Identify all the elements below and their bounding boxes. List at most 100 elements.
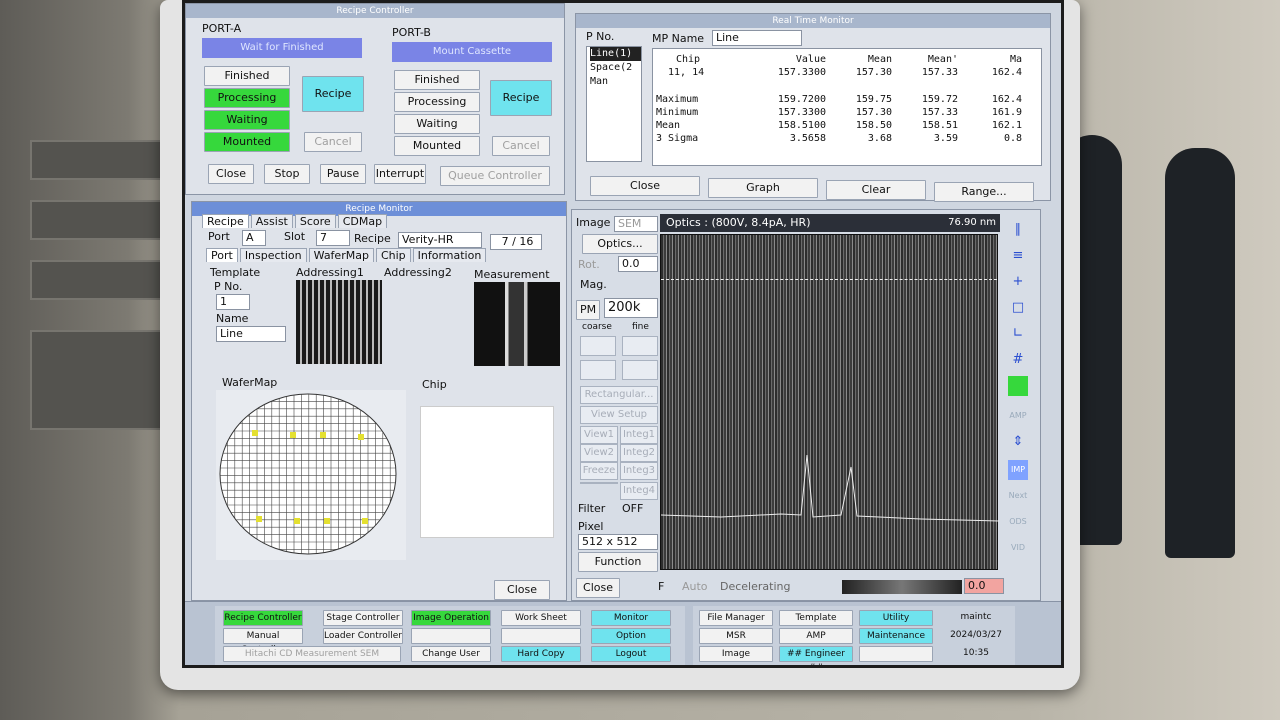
taskbar-button[interactable] <box>859 646 933 662</box>
integ1-button[interactable]: Integ1 <box>620 426 658 444</box>
list-item[interactable]: Space(2 <box>590 61 641 75</box>
mp-name-field[interactable]: Line <box>712 30 802 46</box>
pixel-field[interactable]: 512 x 512 <box>578 534 658 550</box>
close-button[interactable]: Close <box>494 580 550 600</box>
recipe-field[interactable]: Verity-HR <box>398 232 482 248</box>
port-b-mounted-button[interactable]: Mounted <box>394 136 480 156</box>
next-button[interactable]: Next <box>1008 486 1028 506</box>
mp-list[interactable]: Line(1) Space(2 Man <box>586 46 642 162</box>
box-tool-icon[interactable]: □ <box>1008 298 1028 318</box>
interrupt-button[interactable]: Interrupt <box>374 164 426 184</box>
taskbar-button[interactable]: Utility <box>859 610 933 626</box>
mag-down-coarse-button[interactable] <box>580 360 616 380</box>
taskbar-button[interactable]: Maintenance <box>859 628 933 644</box>
queue-controller-button[interactable]: Queue Controller <box>440 166 550 186</box>
tab-port[interactable]: Port <box>206 248 238 262</box>
taskbar-button[interactable]: Template <box>779 610 853 626</box>
integ3-button[interactable]: Integ3 <box>620 462 658 480</box>
bar-tool-icon[interactable]: ∥ <box>1008 220 1028 240</box>
mag-field[interactable]: 200k <box>604 298 658 318</box>
f-label[interactable]: F <box>658 580 664 593</box>
port-a-cancel-button[interactable]: Cancel <box>304 132 362 152</box>
stop-button[interactable]: Stop <box>264 164 310 184</box>
taskbar-button[interactable]: Manual Controller <box>223 628 303 655</box>
sem-select[interactable]: SEM <box>614 216 658 232</box>
taskbar-button[interactable]: Change User <box>411 646 491 662</box>
imp-button[interactable]: IMP <box>1008 460 1028 480</box>
cross-tool-icon[interactable]: + <box>1008 272 1028 292</box>
port-a-processing-button[interactable]: Processing <box>204 88 290 108</box>
graph-button[interactable]: Graph <box>708 178 818 198</box>
freeze-button[interactable]: Freeze <box>580 462 618 480</box>
port-b-cancel-button[interactable]: Cancel <box>492 136 550 156</box>
taskbar-button[interactable]: AMP <box>779 628 853 644</box>
arrows-tool-icon[interactable]: ⇕ <box>1008 432 1028 452</box>
mag-down-fine-button[interactable] <box>622 360 658 380</box>
taskbar-button[interactable]: Image <box>699 646 773 662</box>
taskbar-button[interactable]: File Manager <box>699 610 773 626</box>
sem-image[interactable] <box>660 234 999 570</box>
list-item[interactable]: Line(1) <box>590 47 641 61</box>
amp-button[interactable]: AMP <box>1008 406 1028 426</box>
taskbar-button[interactable]: Hard Copy <box>501 646 581 662</box>
live-button[interactable] <box>580 482 618 484</box>
range-button[interactable]: Range... <box>934 182 1034 202</box>
port-a-waiting-button[interactable]: Waiting <box>204 110 290 130</box>
optics-button[interactable]: Optics... <box>582 234 658 254</box>
vid-button[interactable]: VID <box>1008 538 1028 558</box>
view2-button[interactable]: View2 <box>580 444 618 462</box>
brightness-slider[interactable] <box>842 580 962 594</box>
close-button[interactable]: Close <box>590 176 700 196</box>
port-b-recipe-button[interactable]: Recipe <box>490 80 552 116</box>
auto-label[interactable]: Auto <box>682 580 708 593</box>
hline-tool-icon[interactable]: ≡ <box>1008 246 1028 266</box>
mag-up-fine-button[interactable] <box>622 336 658 356</box>
list-item[interactable]: Man <box>590 75 641 89</box>
pause-button[interactable]: Pause <box>320 164 366 184</box>
tab-chip[interactable]: Chip <box>375 248 411 262</box>
tab-cdmap[interactable]: CDMap <box>337 214 388 228</box>
taskbar-button[interactable]: Image Operation <box>411 610 491 626</box>
taskbar-button[interactable]: Logout <box>591 646 671 662</box>
port-a-finished-button[interactable]: Finished <box>204 66 290 86</box>
mag-up-coarse-button[interactable] <box>580 336 616 356</box>
integ4-button[interactable]: Integ4 <box>620 482 658 500</box>
ods-button[interactable]: ODS <box>1008 512 1028 532</box>
close-button[interactable]: Close <box>576 578 620 598</box>
taskbar-button[interactable]: Work Sheet <box>501 610 581 626</box>
port-b-finished-button[interactable]: Finished <box>394 70 480 90</box>
corner-tool-icon[interactable]: ∟ <box>1008 324 1028 344</box>
taskbar-button[interactable]: Recipe Controller <box>223 610 303 626</box>
port-a-mounted-button[interactable]: Mounted <box>204 132 290 152</box>
taskbar-button[interactable]: ## Engineer ## <box>779 646 853 665</box>
grid-tool-icon[interactable]: # <box>1008 350 1028 370</box>
rectangular-button[interactable]: Rectangular... <box>580 386 658 404</box>
tab-inspection[interactable]: Inspection <box>239 248 307 262</box>
slot-field[interactable]: 7 <box>316 230 350 246</box>
port-b-waiting-button[interactable]: Waiting <box>394 114 480 134</box>
integ2-button[interactable]: Integ2 <box>620 444 658 462</box>
pm-button[interactable]: PM <box>576 300 600 320</box>
clear-button[interactable]: Clear <box>826 180 926 200</box>
rot-field[interactable]: 0.0 <box>618 256 658 272</box>
taskbar-button[interactable]: Stage Controller <box>323 610 403 626</box>
close-button[interactable]: Close <box>208 164 254 184</box>
decelerating-select[interactable]: Decelerating <box>720 580 790 593</box>
tab-recipe[interactable]: Recipe <box>202 214 249 228</box>
port-a-recipe-button[interactable]: Recipe <box>302 76 364 112</box>
taskbar-button[interactable]: Option <box>591 628 671 644</box>
tab-information[interactable]: Information <box>412 248 487 262</box>
taskbar-button[interactable]: Monitor <box>591 610 671 626</box>
filter-value[interactable]: OFF <box>622 502 643 515</box>
wafermap[interactable] <box>216 390 406 560</box>
tab-wafermap[interactable]: WaferMap <box>308 248 374 262</box>
tab-score[interactable]: Score <box>294 214 336 228</box>
taskbar-button[interactable]: Loader Controller <box>323 628 403 644</box>
function-button[interactable]: Function <box>578 552 658 572</box>
view1-button[interactable]: View1 <box>580 426 618 444</box>
port-field[interactable]: A <box>242 230 266 246</box>
view-setup-button[interactable]: View Setup <box>580 406 658 424</box>
taskbar-button[interactable]: Hitachi CD Measurement SEM <box>223 646 401 662</box>
tab-assist[interactable]: Assist <box>250 214 293 228</box>
taskbar-button[interactable]: MSR <box>699 628 773 644</box>
